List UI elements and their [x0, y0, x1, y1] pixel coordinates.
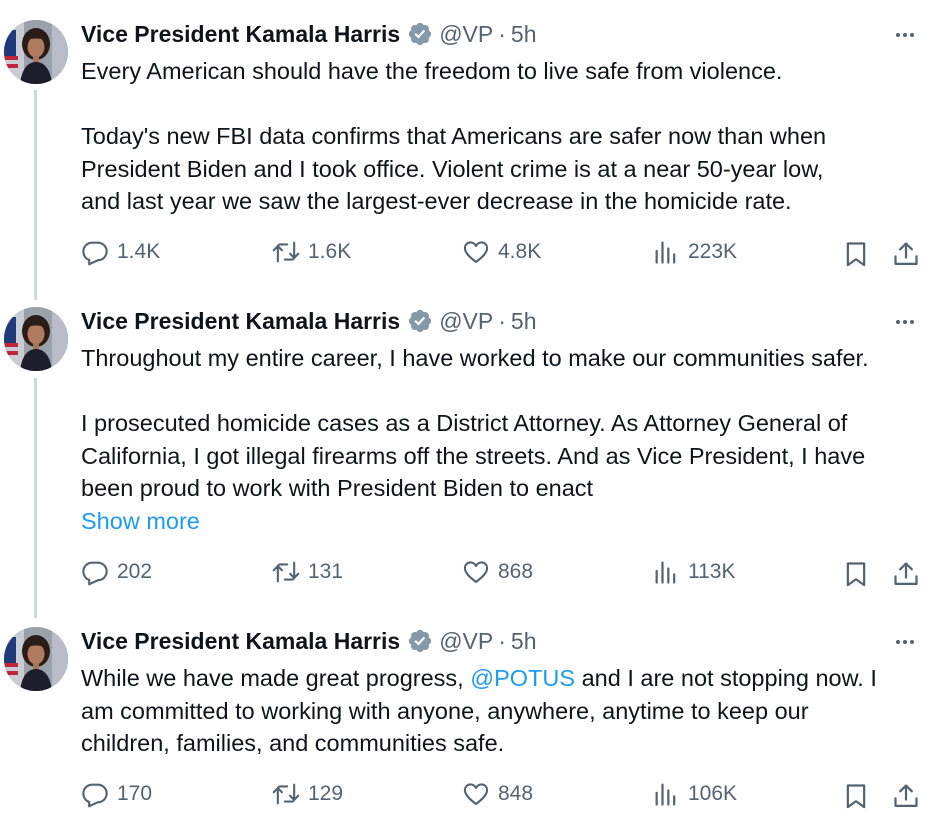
repost-button[interactable]: 1.6K	[272, 238, 351, 266]
bookmark-icon	[842, 782, 870, 810]
tweet-3[interactable]: Vice President Kamala Harris @VP · 5h Wh…	[0, 610, 950, 818]
tweet-1[interactable]: Vice President Kamala Harris @VP · 5h Ev…	[0, 0, 950, 290]
repost-button[interactable]: 131	[272, 558, 343, 586]
avatar[interactable]	[4, 20, 68, 84]
tweet-header: Vice President Kamala Harris @VP · 5h	[81, 306, 537, 336]
like-button[interactable]: 868	[462, 558, 533, 586]
share-button[interactable]	[892, 240, 920, 268]
text-line: and last year we saw the largest-ever de…	[81, 188, 792, 214]
text-line: While we have made great progress, @POTU…	[81, 662, 931, 695]
views-button[interactable]: 113K	[652, 558, 736, 586]
reply-count: 1.4K	[117, 240, 161, 263]
like-button[interactable]: 4.8K	[462, 238, 541, 266]
share-icon	[892, 240, 920, 268]
author-name[interactable]: Vice President Kamala Harris	[81, 308, 400, 335]
timestamp[interactable]: 5h	[511, 628, 537, 655]
repost-count: 1.6K	[308, 240, 352, 263]
views-icon	[652, 238, 680, 266]
reply-icon	[81, 780, 109, 808]
text-segment: While we have made great progress,	[81, 665, 471, 691]
action-bar: 170 129 848 106K	[0, 778, 950, 810]
share-button[interactable]	[892, 560, 920, 588]
tweet-text: Throughout my entire career, I have work…	[81, 342, 931, 537]
views-button[interactable]: 106K	[652, 780, 737, 808]
tweet-header: Vice President Kamala Harris @VP · 5h	[81, 19, 537, 49]
tweet-text: Every American should have the freedom t…	[81, 55, 931, 218]
reply-count: 170	[117, 782, 153, 805]
text-line: Today's new FBI data confirms that Ameri…	[81, 123, 827, 149]
text-line: Throughout my entire career, I have work…	[81, 345, 869, 371]
author-handle[interactable]: @VP	[439, 21, 493, 48]
share-icon	[892, 782, 920, 810]
separator: ·	[498, 627, 506, 654]
repost-count: 129	[308, 782, 344, 805]
author-name[interactable]: Vice President Kamala Harris	[81, 21, 400, 48]
author-name[interactable]: Vice President Kamala Harris	[81, 628, 400, 655]
view-count: 223K	[688, 240, 738, 263]
heart-icon	[462, 238, 490, 266]
text-line: Every American should have the freedom t…	[81, 58, 783, 84]
view-count: 106K	[688, 782, 738, 805]
more-horizontal-icon[interactable]	[892, 629, 918, 655]
views-icon	[652, 558, 680, 586]
like-button[interactable]: 848	[462, 780, 533, 808]
text-line: am committed to working with anyone, any…	[81, 697, 809, 724]
like-count: 848	[498, 782, 534, 805]
repost-count: 131	[308, 560, 344, 583]
author-handle[interactable]: @VP	[439, 628, 493, 655]
separator: ·	[498, 20, 506, 47]
timestamp[interactable]: 5h	[511, 308, 537, 335]
reply-icon	[81, 558, 109, 586]
text-line: I prosecuted homicide cases as a Distric…	[81, 410, 848, 436]
like-count: 868	[498, 560, 534, 583]
repost-button[interactable]: 129	[272, 780, 343, 808]
repost-icon	[272, 238, 300, 266]
heart-icon	[462, 558, 490, 586]
like-count: 4.8K	[498, 240, 542, 263]
bookmark-button[interactable]	[842, 240, 870, 268]
mention-link[interactable]: @POTUS	[470, 665, 575, 691]
repost-icon	[272, 780, 300, 808]
bookmark-button[interactable]	[842, 560, 870, 588]
heart-icon	[462, 780, 490, 808]
view-count: 113K	[688, 560, 736, 583]
separator: ·	[498, 307, 506, 334]
timestamp[interactable]: 5h	[511, 21, 537, 48]
tweet-header: Vice President Kamala Harris @VP · 5h	[81, 626, 537, 656]
reply-button[interactable]: 1.4K	[81, 238, 160, 266]
text-segment: and I are not stopping now. I	[575, 665, 877, 691]
share-icon	[892, 560, 920, 588]
repost-icon	[272, 558, 300, 586]
action-bar: 1.4K 1.6K 4.8K 223K	[0, 236, 950, 268]
reply-button[interactable]: 170	[81, 780, 152, 808]
more-horizontal-icon[interactable]	[892, 309, 918, 335]
share-button[interactable]	[892, 782, 920, 810]
verified-badge-icon[interactable]	[407, 308, 433, 334]
reply-button[interactable]: 202	[81, 558, 152, 586]
tweet-text: While we have made great progress, @POTU…	[81, 662, 931, 760]
bookmark-icon	[842, 240, 870, 268]
show-more-link[interactable]: Show more	[81, 508, 200, 534]
avatar[interactable]	[4, 307, 68, 371]
views-button[interactable]: 223K	[652, 238, 737, 266]
more-horizontal-icon[interactable]	[892, 22, 918, 48]
tweet-2[interactable]: Vice President Kamala Harris @VP · 5h Th…	[0, 290, 950, 610]
avatar[interactable]	[4, 627, 68, 691]
bookmark-icon	[842, 560, 870, 588]
reply-count: 202	[117, 560, 153, 583]
text-line: President Biden and I took office. Viole…	[81, 155, 824, 182]
text-line: California, I got illegal firearms off t…	[81, 442, 866, 469]
reply-icon	[81, 238, 109, 266]
author-handle[interactable]: @VP	[439, 308, 493, 335]
views-icon	[652, 780, 680, 808]
text-line: been proud to work with President Biden …	[81, 475, 594, 501]
action-bar: 202 131 868 113K	[0, 556, 950, 588]
verified-badge-icon[interactable]	[407, 628, 433, 654]
verified-badge-icon[interactable]	[407, 21, 433, 47]
text-line: children, families, and communities safe…	[81, 730, 505, 756]
bookmark-button[interactable]	[842, 782, 870, 810]
